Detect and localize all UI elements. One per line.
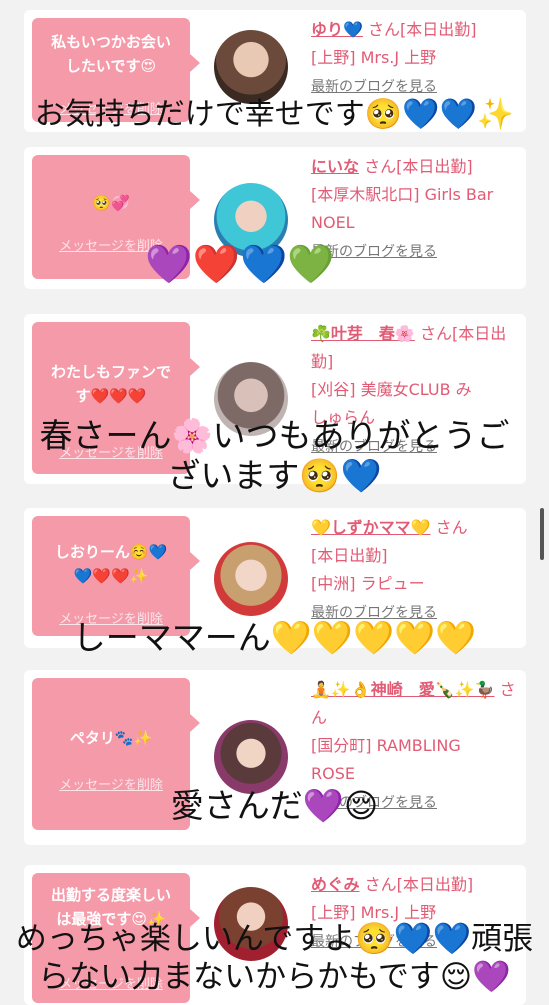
cast-status: さん: [435, 518, 468, 537]
avatar[interactable]: [214, 542, 288, 616]
cast-name-link[interactable]: 🧘✨👌神崎 愛🍾✨🦆: [311, 680, 495, 699]
shop-name: [刈谷] 美魔女CLUB み: [311, 380, 472, 399]
shop-name-cont: ROSE: [311, 764, 355, 783]
message-text: 私もいつかお会い したいです😍: [51, 33, 171, 75]
cast-status: さん[本日出勤]: [368, 20, 477, 39]
cast-status: さん[本日出勤]: [364, 157, 473, 176]
cast-name-link[interactable]: めぐみ: [311, 875, 359, 894]
shop-name: [中洲] ラピュー: [311, 574, 425, 593]
overlay-caption: しーママーん💛💛💛💛💛: [72, 618, 477, 657]
overlay-caption: 春さーん🌸いつもありがとうご ざいます🥺💙: [39, 416, 510, 495]
avatar[interactable]: [214, 720, 288, 794]
overlay-emoji: 💜❤️💙💚: [145, 242, 335, 286]
cast-name-link[interactable]: ☘️叶芽 春🌸: [311, 324, 415, 343]
latest-blog-link[interactable]: 最新のブログを見る: [311, 79, 437, 95]
overlay-caption: めっちゃ楽しいんですよ🥺💙💙頑張 らない力まないからかもです😌💜: [15, 921, 534, 995]
message-text: しおりーん☺️💙 💙❤️❤️✨: [54, 543, 168, 585]
overlay-caption: 愛さんだ💜😌: [170, 786, 379, 825]
cast-name-link[interactable]: 💛しずかママ💛: [311, 518, 431, 537]
message-text: わたしもファンで す❤️❤️❤️: [50, 363, 171, 405]
overlay-caption: お気持ちだけで幸せです🥺💙💙✨: [34, 97, 515, 132]
shop-name: [上野] Mrs.J 上野: [311, 48, 437, 67]
cast-name-link[interactable]: にいな: [311, 157, 359, 176]
message-text: 🥺💞: [92, 194, 130, 212]
avatar[interactable]: [214, 30, 288, 104]
cast-status-2: [本日出勤]: [311, 546, 388, 565]
cast-name-link[interactable]: ゆり💙: [311, 20, 363, 39]
shop-name: [本厚木駅北口] Girls Bar NOEL: [311, 185, 494, 232]
cast-status: さん[本日出勤]: [364, 875, 474, 894]
shop-name: [国分町] RAMBLING: [311, 736, 461, 755]
scrollbar[interactable]: [540, 508, 544, 560]
message-text: ペタリ🐾✨: [69, 729, 153, 747]
